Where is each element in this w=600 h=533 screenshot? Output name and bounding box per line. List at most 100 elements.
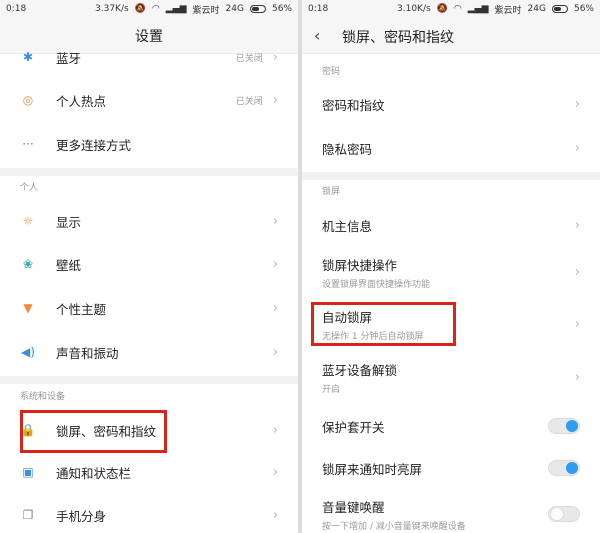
section-header-system: 系统和设备 [20,392,66,402]
section-divider [0,168,298,176]
chevron-right-icon: › [574,96,580,112]
item-label: 通知和状态栏 [56,465,132,481]
notification-icon: ▣ [22,465,34,479]
status-carrier: 紫云时 [192,5,220,16]
item-subtitle: 开启 [322,384,341,395]
status-bar: 0:18 3.10K/s 🔕 ◠ ▂▄▆ 紫云时 24G 56% [302,0,600,18]
case-switch-toggle[interactable] [548,418,580,434]
item-subtitle: 设置锁屏界面快捷操作功能 [322,279,431,290]
signal-icon: ▂▄▆ [165,4,187,14]
item-label: 声音和振动 [56,345,119,361]
battery-icon [249,5,266,13]
settings-item-more-connections[interactable]: ··· 更多连接方式 [0,124,298,164]
page-title: 锁屏、密码和指纹 [342,30,454,46]
status-battery: 56% [271,4,292,14]
highlight-box-auto-lock [311,302,456,346]
section-divider [0,376,298,384]
section-header-lockscreen: 锁屏 [322,187,341,197]
settings-item-hotspot[interactable]: ◎ 个人热点 已关闭 › [0,80,298,120]
item-label: 蓝牙 [56,50,82,66]
settings-item-privacy-password[interactable]: 隐私密码 › [302,126,600,170]
item-label: 隐私密码 [322,141,373,157]
item-label: 更多连接方式 [56,137,132,153]
bluetooth-icon: ✱ [22,50,34,64]
chevron-right-icon: › [574,264,580,280]
highlight-box-lockscreen [20,410,167,453]
item-label: 显示 [56,214,82,230]
status-battery: 56% [573,4,594,14]
dual-app-icon: ❐ [22,508,34,522]
item-value: 已关闭 [235,96,263,107]
lockscreen-settings-screen: 0:18 3.10K/s 🔕 ◠ ▂▄▆ 紫云时 24G 56% ‹ 锁屏、密码… [302,0,600,533]
status-speed: 3.37K/s [95,4,129,14]
display-icon: ☼ [22,214,34,228]
item-label: 保护套开关 [322,419,385,435]
settings-item-wallpaper[interactable]: ❀ 壁纸 › [0,243,298,285]
chevron-right-icon: › [574,369,580,385]
item-label: 壁纸 [56,257,82,273]
theme-icon: ▼ [23,301,33,315]
section-header-password: 密码 [322,67,341,77]
settings-item-bluetooth[interactable]: ✱ 蓝牙 已关闭 › [0,42,298,72]
item-label: 机主信息 [322,218,373,234]
item-label: 手机分身 [56,508,107,524]
status-network: 24G [527,4,546,14]
mute-icon: 🔕 [134,4,146,14]
item-label: 锁屏来通知时亮屏 [322,461,423,477]
item-value: 已关闭 [235,53,263,64]
volume-key-wake-toggle[interactable] [548,506,580,522]
status-network: 24G [225,4,244,14]
signal-icon: ▂▄▆ [467,4,489,14]
settings-item-lockscreen-shortcuts[interactable]: 锁屏快捷操作 设置锁屏界面快捷操作功能 › [302,250,600,294]
settings-screen: 0:18 3.37K/s 🔕 ◠ ▂▄▆ 紫云时 24G 56% 设置 ✱ 蓝牙… [0,0,298,533]
item-label: 个人热点 [56,93,107,109]
section-divider [302,172,600,180]
chevron-right-icon: › [272,300,278,316]
chevron-right-icon: › [574,140,580,156]
back-arrow-icon[interactable]: ‹ [314,26,320,45]
item-label: 音量键唤醒 [322,499,385,515]
wake-on-notification-toggle[interactable] [548,460,580,476]
chevron-right-icon: › [272,256,278,272]
item-label: 密码和指纹 [322,97,385,113]
more-icon: ··· [22,137,34,151]
chevron-right-icon: › [272,213,278,229]
wifi-icon: ◠ [151,4,160,14]
settings-item-notifications[interactable]: ▣ 通知和状态栏 › [0,452,298,492]
settings-item-wake-on-notification[interactable]: 锁屏来通知时亮屏 [302,446,600,490]
settings-item-password-fingerprint[interactable]: 密码和指纹 › [302,82,600,126]
status-time: 0:18 [6,4,27,14]
settings-item-case-switch[interactable]: 保护套开关 [302,404,600,448]
item-subtitle: 按一下增加 / 减小音量键来唤醒设备 [322,521,466,532]
page-title-bar: ‹ 锁屏、密码和指纹 [302,18,600,54]
battery-icon [551,5,568,13]
chevron-right-icon: › [272,422,278,438]
mute-icon: 🔕 [436,4,448,14]
item-label: 个性主题 [56,301,107,317]
wallpaper-icon: ❀ [22,257,34,271]
settings-item-bluetooth-unlock[interactable]: 蓝牙设备解锁 开启 › [302,355,600,399]
item-label: 蓝牙设备解锁 [322,362,398,378]
status-bar: 0:18 3.37K/s 🔕 ◠ ▂▄▆ 紫云时 24G 56% [0,0,298,18]
chevron-right-icon: › [272,49,278,65]
settings-item-volume-key-wake[interactable]: 音量键唤醒 按一下增加 / 减小音量键来唤醒设备 [302,494,600,533]
status-time: 0:18 [308,4,329,14]
chevron-right-icon: › [272,507,278,523]
settings-item-theme[interactable]: ▼ 个性主题 › [0,287,298,329]
chevron-right-icon: › [574,316,580,332]
chevron-right-icon: › [272,464,278,480]
hotspot-icon: ◎ [22,93,34,107]
sound-icon: ◀) [21,345,35,359]
section-header-personal: 个人 [20,183,39,193]
status-carrier: 紫云时 [494,5,522,16]
settings-item-owner-info[interactable]: 机主信息 › [302,203,600,247]
item-label: 锁屏快捷操作 [322,257,398,273]
status-speed: 3.10K/s [397,4,431,14]
wifi-icon: ◠ [453,4,462,14]
settings-item-display[interactable]: ☼ 显示 › [0,200,298,242]
chevron-right-icon: › [272,92,278,108]
settings-item-sound[interactable]: ◀) 声音和振动 › [0,331,298,373]
settings-item-dual-apps[interactable]: ❐ 手机分身 › [0,496,298,533]
chevron-right-icon: › [574,217,580,233]
chevron-right-icon: › [272,344,278,360]
